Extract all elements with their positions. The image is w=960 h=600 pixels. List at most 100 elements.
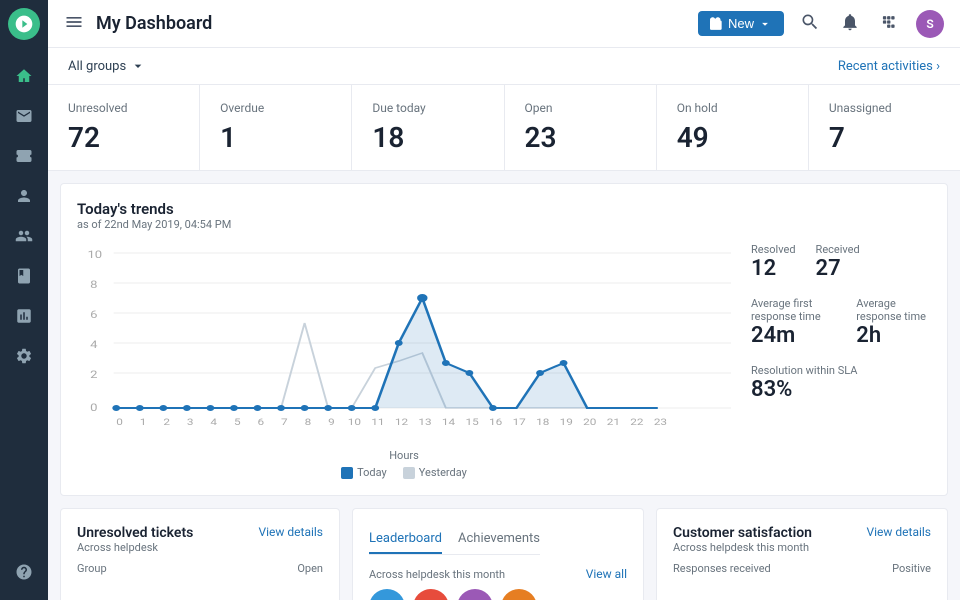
stat-value-open: 23 <box>525 121 636 154</box>
svg-text:12: 12 <box>395 416 408 427</box>
leaderboard-avatar-4: D <box>501 589 537 600</box>
leaderboard-avatars: A B C D <box>369 589 627 600</box>
apps-icon[interactable] <box>876 8 904 40</box>
stat-sla: Resolution within SLA 83% <box>751 364 931 402</box>
svg-text:8: 8 <box>90 279 97 291</box>
svg-text:6: 6 <box>90 309 97 321</box>
satisfaction-view-details[interactable]: View details <box>866 525 931 539</box>
trends-title: Today's trends <box>77 200 931 218</box>
stat-label-overdue: Overdue <box>220 101 331 115</box>
header-actions: New S <box>698 8 944 40</box>
tab-achievements[interactable]: Achievements <box>458 525 540 554</box>
leaderboard-tabs: Leaderboard Achievements <box>369 525 540 555</box>
yesterday-dot <box>403 467 415 479</box>
svg-text:0: 0 <box>116 416 123 427</box>
sidebar-item-contacts[interactable] <box>6 178 42 214</box>
logo[interactable] <box>8 8 40 40</box>
chart-right: Resolved 12 Received 27 Average first re… <box>751 243 931 479</box>
svg-text:7: 7 <box>281 416 288 427</box>
user-avatar[interactable]: S <box>916 10 944 38</box>
svg-text:19: 19 <box>560 416 573 427</box>
unresolved-info: Unresolved tickets Across helpdesk <box>77 525 193 554</box>
leaderboard-avatar-1: A <box>369 589 405 600</box>
svg-text:6: 6 <box>258 416 265 427</box>
svg-text:2: 2 <box>163 416 170 427</box>
svg-text:9: 9 <box>328 416 335 427</box>
satisfaction-table-header: Responses received Positive <box>673 558 931 579</box>
stat-open[interactable]: Open 23 <box>505 85 657 170</box>
leaderboard-view-all[interactable]: View all <box>586 567 627 581</box>
sidebar-item-help[interactable] <box>6 554 42 590</box>
new-button[interactable]: New <box>698 11 784 36</box>
stat-received: Received 27 <box>816 243 860 281</box>
sidebar <box>0 0 48 600</box>
stat-label-unresolved: Unresolved <box>68 101 179 115</box>
svg-text:23: 23 <box>654 416 667 427</box>
stat-value-on-hold: 49 <box>677 121 788 154</box>
bottom-row: Unresolved tickets Across helpdesk View … <box>60 508 948 600</box>
trends-section: Today's trends as of 22nd May 2019, 04:5… <box>60 183 948 496</box>
stat-value-unassigned: 7 <box>829 121 940 154</box>
svg-text:13: 13 <box>418 416 431 427</box>
svg-text:15: 15 <box>465 416 478 427</box>
sidebar-item-groups[interactable] <box>6 218 42 254</box>
sidebar-item-home[interactable] <box>6 58 42 94</box>
menu-icon[interactable] <box>64 12 84 36</box>
trends-chart: 10 8 6 4 2 0 0 <box>77 243 731 443</box>
recent-activities-link[interactable]: Recent activities › <box>838 59 940 74</box>
notifications-icon[interactable] <box>836 8 864 40</box>
stats-row: Unresolved 72 Overdue 1 Due today 18 Ope… <box>48 85 960 171</box>
stat-due-today[interactable]: Due today 18 <box>352 85 504 170</box>
leaderboard-header: Leaderboard Achievements <box>369 525 627 563</box>
svg-text:11: 11 <box>371 416 384 427</box>
svg-text:4: 4 <box>90 339 98 351</box>
satisfaction-header: Customer satisfaction Across helpdesk th… <box>673 525 931 554</box>
customer-satisfaction-card: Customer satisfaction Across helpdesk th… <box>656 508 948 600</box>
chart-x-label: Hours <box>77 449 731 462</box>
svg-text:10: 10 <box>348 416 361 427</box>
svg-text:22: 22 <box>630 416 643 427</box>
header: My Dashboard New S <box>48 0 960 48</box>
stat-on-hold[interactable]: On hold 49 <box>657 85 809 170</box>
stat-overdue[interactable]: Overdue 1 <box>200 85 352 170</box>
legend-today: Today <box>341 466 387 479</box>
sidebar-item-reports[interactable] <box>6 298 42 334</box>
trends-subtitle: as of 22nd May 2019, 04:54 PM <box>77 218 931 231</box>
trends-header: Today's trends as of 22nd May 2019, 04:5… <box>77 200 931 231</box>
sidebar-item-tickets[interactable] <box>6 138 42 174</box>
svg-text:2: 2 <box>90 369 98 381</box>
stat-resolved: Resolved 12 <box>751 243 796 281</box>
leaderboard-card: Leaderboard Achievements Across helpdesk… <box>352 508 644 600</box>
main-content: My Dashboard New S All groups <box>48 0 960 600</box>
stat-avg-first-response: Average first response time 24m <box>751 297 840 348</box>
svg-text:16: 16 <box>489 416 502 427</box>
unresolved-table-header: Group Open <box>77 558 323 579</box>
content-area: All groups Recent activities › Unresolve… <box>48 48 960 600</box>
svg-text:0: 0 <box>90 402 97 414</box>
leaderboard-avatar-2: B <box>413 589 449 600</box>
stat-value-overdue: 1 <box>220 121 331 154</box>
svg-text:21: 21 <box>607 416 620 427</box>
svg-text:4: 4 <box>210 416 217 427</box>
unresolved-view-details[interactable]: View details <box>258 525 323 539</box>
svg-text:20: 20 <box>583 416 596 427</box>
legend-yesterday: Yesterday <box>403 466 467 479</box>
groups-selector[interactable]: All groups <box>68 58 146 74</box>
tab-leaderboard[interactable]: Leaderboard <box>369 525 442 554</box>
today-dot <box>341 467 353 479</box>
stat-unassigned[interactable]: Unassigned 7 <box>809 85 960 170</box>
stat-unresolved[interactable]: Unresolved 72 <box>48 85 200 170</box>
chart-legend: Today Yesterday <box>77 466 731 479</box>
svg-text:1: 1 <box>140 416 147 427</box>
sidebar-item-inbox[interactable] <box>6 98 42 134</box>
stat-label-due-today: Due today <box>372 101 483 115</box>
stat-value-due-today: 18 <box>372 121 483 154</box>
page-title: My Dashboard <box>96 13 698 34</box>
stat-label-unassigned: Unassigned <box>829 101 940 115</box>
unresolved-header: Unresolved tickets Across helpdesk View … <box>77 525 323 554</box>
chart-container: 10 8 6 4 2 0 0 <box>77 243 931 479</box>
sidebar-item-settings[interactable] <box>6 338 42 374</box>
sidebar-item-library[interactable] <box>6 258 42 294</box>
search-icon[interactable] <box>796 8 824 40</box>
stat-value-unresolved: 72 <box>68 121 179 154</box>
